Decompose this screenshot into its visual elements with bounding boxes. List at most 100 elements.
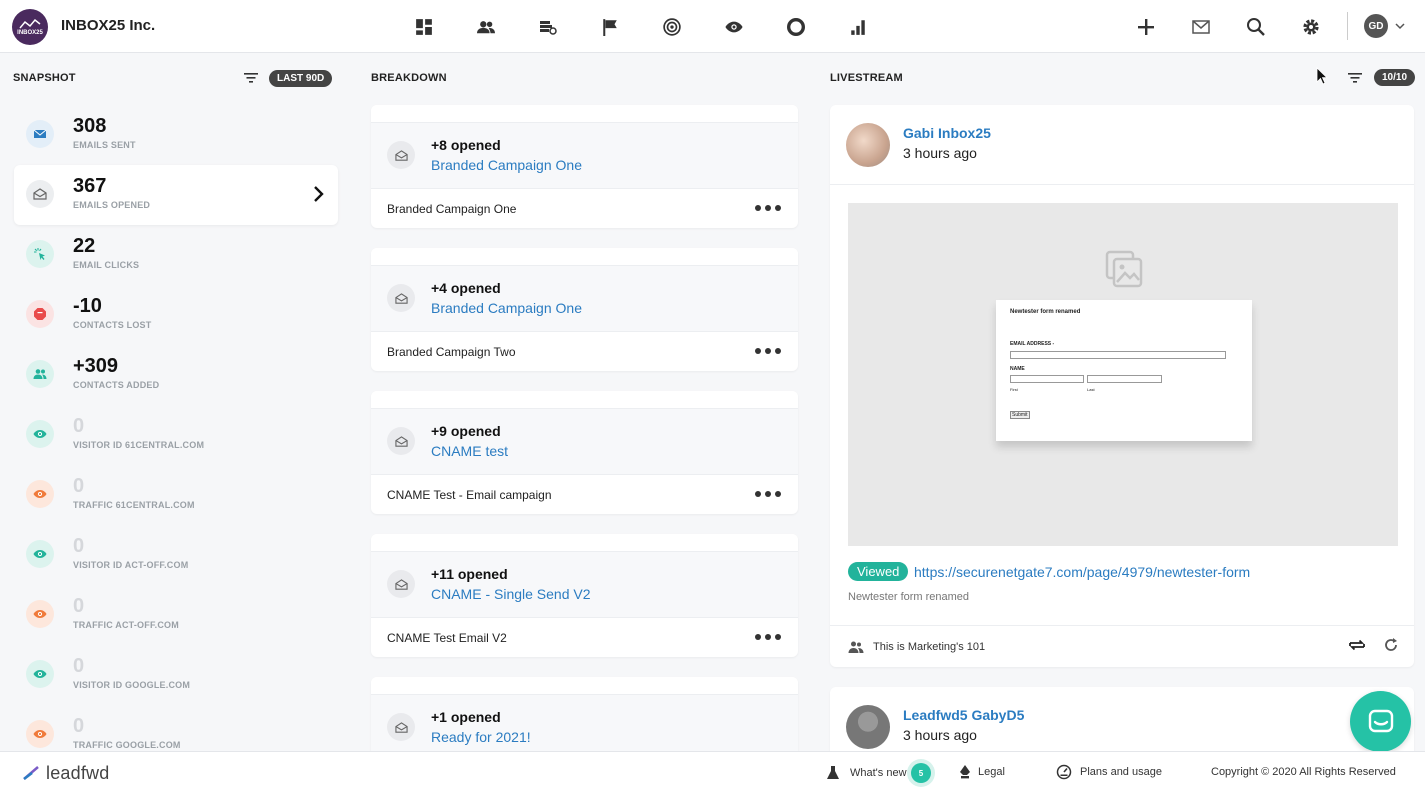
- livestream-card: Gabi Inbox25 3 hours ago Newtester form …: [830, 105, 1414, 667]
- form-first-field: [1010, 375, 1084, 383]
- stop-icon: [26, 300, 54, 328]
- whats-new-count-badge[interactable]: 5: [911, 763, 931, 783]
- status-badge: Viewed: [848, 562, 909, 581]
- form-email-field: [1010, 351, 1226, 359]
- activity-time: 3 hours ago: [903, 727, 977, 743]
- snapshot-value: 308: [73, 115, 107, 137]
- snapshot-item-email-clicks[interactable]: 22 EMAIL CLICKS: [14, 225, 338, 285]
- chat-icon: [1368, 709, 1393, 732]
- form-last-field: [1087, 375, 1162, 383]
- page-url-link[interactable]: https://securenetgate7.com/page/4979/new…: [914, 564, 1250, 580]
- dashboard-icon[interactable]: [410, 13, 438, 41]
- breakdown-count: +1 opened: [431, 709, 501, 725]
- footer-logo[interactable]: leadfwd: [46, 763, 109, 784]
- snapshot-label: TRAFFIC ACT-OFF.COM: [73, 620, 179, 630]
- user-avatar[interactable]: GD: [1364, 14, 1388, 38]
- form-email-label: EMAIL ADDRESS -: [1010, 341, 1055, 347]
- range-badge[interactable]: LAST 90D: [269, 70, 333, 87]
- flask-icon: [827, 766, 839, 779]
- snapshot-item-traffic-act-off[interactable]: 0 TRAFFIC ACT-OFF.COM: [14, 585, 338, 645]
- snapshot-list: 308 EMAILS SENT 367 EMAILS OPENED 22 EMA…: [14, 105, 338, 765]
- envelope-open-icon: [387, 713, 415, 741]
- form-first-label: First: [1010, 387, 1018, 392]
- snapshot-item-traffic-61central[interactable]: 0 TRAFFIC 61CENTRAL.COM: [14, 465, 338, 525]
- whats-new-link[interactable]: What's new: [850, 767, 907, 779]
- breakdown-campaign-link[interactable]: Branded Campaign One: [431, 300, 582, 316]
- repeat-icon[interactable]: [1347, 637, 1367, 653]
- snapshot-item-contacts-added[interactable]: +309 CONTACTS ADDED: [14, 345, 338, 405]
- breakdown-count: +4 opened: [431, 280, 501, 296]
- mail-icon[interactable]: [1187, 13, 1215, 41]
- more-icon[interactable]: [754, 201, 782, 215]
- snapshot-label: EMAILS OPENED: [73, 200, 151, 210]
- avatar[interactable]: [846, 705, 890, 749]
- breakdown-campaign-link[interactable]: CNAME test: [431, 443, 508, 459]
- breakdown-card: +11 opened CNAME - Single Send V2 CNAME …: [371, 534, 798, 657]
- snapshot-item-contacts-lost[interactable]: -10 CONTACTS LOST: [14, 285, 338, 345]
- breakdown-campaign-link[interactable]: Branded Campaign One: [431, 157, 582, 173]
- breakdown-campaign-link[interactable]: CNAME - Single Send V2: [431, 586, 591, 602]
- contact-name-link[interactable]: Leadfwd5 GabyD5: [903, 707, 1024, 723]
- mouse-cursor-icon: [1316, 67, 1328, 85]
- snapshot-value: -10: [73, 295, 102, 317]
- filter-icon[interactable]: [1347, 71, 1363, 85]
- chat-launcher-button[interactable]: [1350, 691, 1411, 752]
- envelope-open-icon: [26, 180, 54, 208]
- snapshot-label: TRAFFIC 61CENTRAL.COM: [73, 500, 195, 510]
- snapshot-value: 22: [73, 235, 96, 257]
- chevron-down-icon[interactable]: [1393, 19, 1407, 33]
- logo-chart-icon: [19, 18, 41, 29]
- brand-logo[interactable]: INBOX25: [12, 9, 48, 45]
- bar-chart-icon[interactable]: [844, 13, 872, 41]
- contact-name-link[interactable]: Gabi Inbox25: [903, 125, 991, 141]
- filter-icon[interactable]: [243, 71, 259, 85]
- snapshot-item-visitor-id-act-off[interactable]: 0 VISITOR ID ACT-OFF.COM: [14, 525, 338, 585]
- breakdown-campaign-name: Branded Campaign Two: [387, 345, 516, 359]
- breakdown-campaign-link[interactable]: Ready for 2021!: [431, 729, 531, 745]
- legal-link[interactable]: Legal: [978, 766, 1005, 778]
- header-actions: [1105, 13, 1325, 41]
- circle-icon[interactable]: [782, 13, 810, 41]
- refresh-icon[interactable]: [1383, 637, 1399, 653]
- avatar[interactable]: [846, 123, 890, 167]
- snapshot-label: VISITOR ID 61CENTRAL.COM: [73, 440, 205, 450]
- envelope-open-icon: [387, 284, 415, 312]
- search-icon[interactable]: [1242, 13, 1270, 41]
- snapshot-value: 0: [73, 655, 85, 677]
- snapshot-value: +309: [73, 355, 119, 377]
- breakdown-campaign-name: Branded Campaign One: [387, 202, 517, 216]
- form-title: Newtester form renamed: [1010, 309, 1081, 315]
- eye-icon[interactable]: [720, 13, 748, 41]
- more-icon[interactable]: [754, 630, 782, 644]
- add-icon[interactable]: [1132, 13, 1160, 41]
- snapshot-item-emails-sent[interactable]: 308 EMAILS SENT: [14, 105, 338, 165]
- eye-icon: [26, 720, 54, 748]
- snapshot-value: 367: [73, 175, 107, 197]
- footer: leadfwd What's new: [0, 751, 1425, 794]
- flag-icon[interactable]: [596, 13, 624, 41]
- chevron-right-icon[interactable]: [312, 185, 324, 203]
- snapshot-item-visitor-id-61central[interactable]: 0 VISITOR ID 61CENTRAL.COM: [14, 405, 338, 465]
- eye-icon: [26, 480, 54, 508]
- snapshot-item-visitor-id-google[interactable]: 0 VISITOR ID GOOGLE.COM: [14, 645, 338, 705]
- more-icon[interactable]: [754, 344, 782, 358]
- snapshot-value: 0: [73, 715, 85, 737]
- group-label: This is Marketing's 101: [873, 641, 986, 653]
- plans-usage-link[interactable]: Plans and usage: [1080, 766, 1162, 778]
- contacts-icon[interactable]: [472, 13, 500, 41]
- more-icon[interactable]: [754, 487, 782, 501]
- envelope-open-icon: [387, 141, 415, 169]
- page-preview[interactable]: Newtester form renamed EMAIL ADDRESS - N…: [848, 203, 1398, 546]
- page-description: Newtester form renamed: [848, 591, 970, 603]
- target-icon[interactable]: [658, 13, 686, 41]
- breakdown-count: +8 opened: [431, 137, 501, 153]
- leadfwd-logo-icon: [23, 766, 39, 780]
- campaigns-icon[interactable]: [534, 13, 562, 41]
- snapshot-label: VISITOR ID GOOGLE.COM: [73, 680, 191, 690]
- snapshot-item-emails-opened[interactable]: 367 EMAILS OPENED: [14, 165, 338, 225]
- gear-icon[interactable]: [1297, 13, 1325, 41]
- eye-icon: [26, 660, 54, 688]
- activity-time: 3 hours ago: [903, 145, 977, 161]
- snapshot-label: CONTACTS ADDED: [73, 380, 160, 390]
- breakdown-title: BREAKDOWN: [371, 72, 447, 84]
